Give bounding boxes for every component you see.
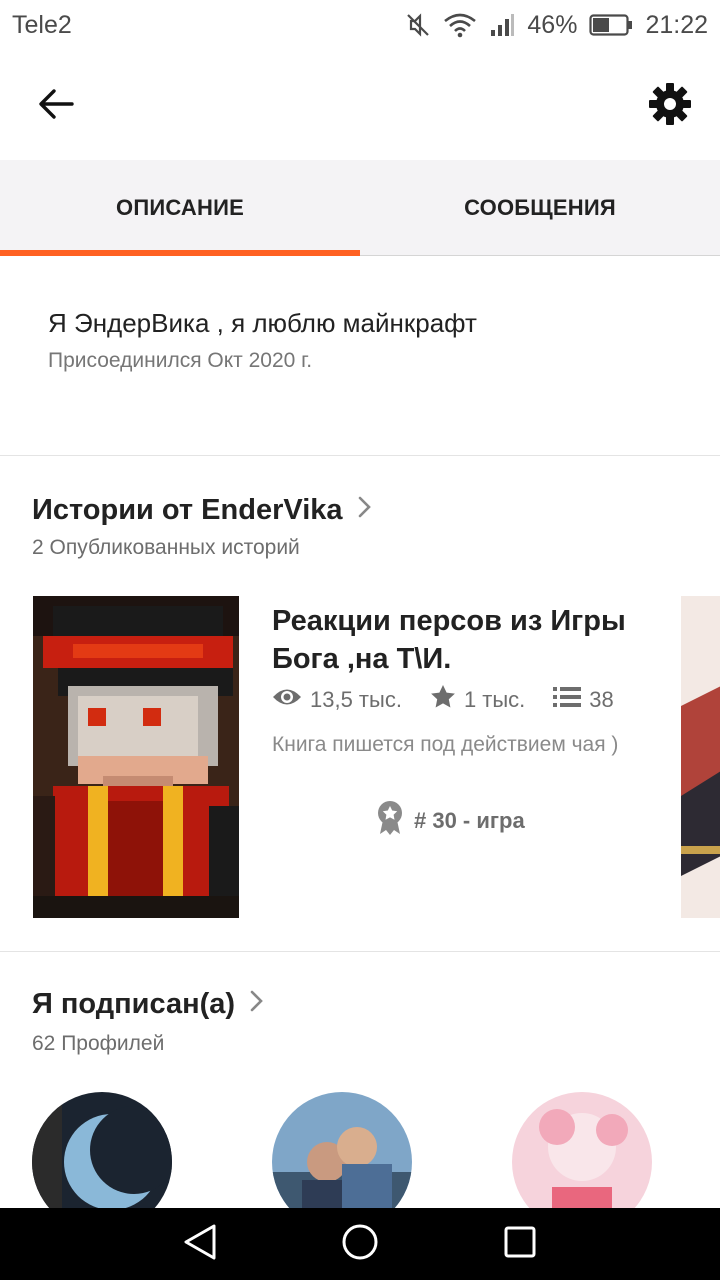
story-stats: 13,5 тыс. 1 тыс. 38 (272, 684, 632, 716)
wifi-icon (443, 12, 477, 38)
back-button[interactable] (30, 80, 82, 132)
story-cover-next[interactable] (681, 596, 720, 918)
clock: 21:22 (645, 10, 708, 39)
parts-stat: 38 (553, 686, 614, 714)
joined-date: Присоединился Окт 2020 г. (48, 349, 313, 372)
star-icon (430, 684, 456, 716)
app-bar (0, 50, 720, 160)
stories-section: Истории от EnderVika 2 Опубликованных ис… (0, 456, 720, 952)
avatar[interactable] (512, 1092, 652, 1208)
story-rank[interactable]: # 30 - игра (376, 800, 525, 842)
eye-icon (272, 686, 302, 714)
story-description: Книга пишется под действием чая ) (272, 733, 619, 756)
votes-stat: 1 тыс. (430, 684, 525, 716)
battery-percent: 46% (527, 10, 578, 39)
following-title: Я подписан(а) (32, 988, 236, 1020)
tab-description[interactable]: ОПИСАНИЕ (0, 160, 360, 256)
story-cover[interactable] (33, 596, 239, 918)
battery-icon (589, 13, 633, 37)
list-icon (553, 686, 582, 714)
status-icons: 46% 21:22 (405, 11, 708, 40)
back-arrow-icon (38, 88, 74, 125)
gear-icon (648, 82, 692, 131)
award-icon (376, 800, 404, 842)
views-count: 13,5 тыс. (310, 687, 402, 712)
following-section: Я подписан(а) 62 Профилей (0, 952, 720, 1208)
parts-count: 38 (589, 687, 614, 712)
nav-back-button[interactable] (170, 1214, 230, 1274)
story-title[interactable]: Реакции персов из Игры Бога ,на Т\И. (272, 602, 692, 678)
stories-header[interactable]: Истории от EnderVika (32, 494, 371, 527)
views-stat: 13,5 тыс. (272, 686, 402, 714)
profile-tabs: ОПИСАНИЕ СООБЩЕНИЯ (0, 160, 720, 256)
nav-home-button[interactable] (330, 1214, 390, 1274)
avatar[interactable] (272, 1092, 412, 1208)
tab-messages[interactable]: СООБЩЕНИЯ (360, 160, 720, 255)
nav-home-icon (341, 1223, 379, 1266)
stories-count: 2 Опубликованных историй (32, 536, 300, 559)
stories-title: Истории от EnderVika (32, 494, 343, 526)
carrier-label: Tele2 (12, 10, 72, 39)
status-bar: Tele2 46% 21:22 (0, 0, 720, 50)
chevron-right-icon (249, 988, 263, 1021)
signal-icon (489, 12, 515, 38)
nav-recents-button[interactable] (490, 1214, 550, 1274)
mute-icon (405, 12, 431, 38)
rank-label: # 30 - игра (414, 808, 525, 833)
nav-recents-icon (503, 1225, 537, 1264)
settings-button[interactable] (644, 80, 696, 132)
about-text: Я ЭндерВика , я люблю майнкрафт (48, 308, 477, 338)
following-count: 62 Профилей (32, 1032, 165, 1055)
about-section: Я ЭндерВика , я люблю майнкрафт Присоеди… (0, 256, 720, 456)
chevron-right-icon (357, 494, 371, 527)
avatar[interactable] (32, 1092, 172, 1208)
nav-back-icon (182, 1222, 218, 1267)
following-header[interactable]: Я подписан(а) (32, 988, 263, 1021)
system-nav-bar (0, 1208, 720, 1280)
votes-count: 1 тыс. (463, 687, 526, 712)
